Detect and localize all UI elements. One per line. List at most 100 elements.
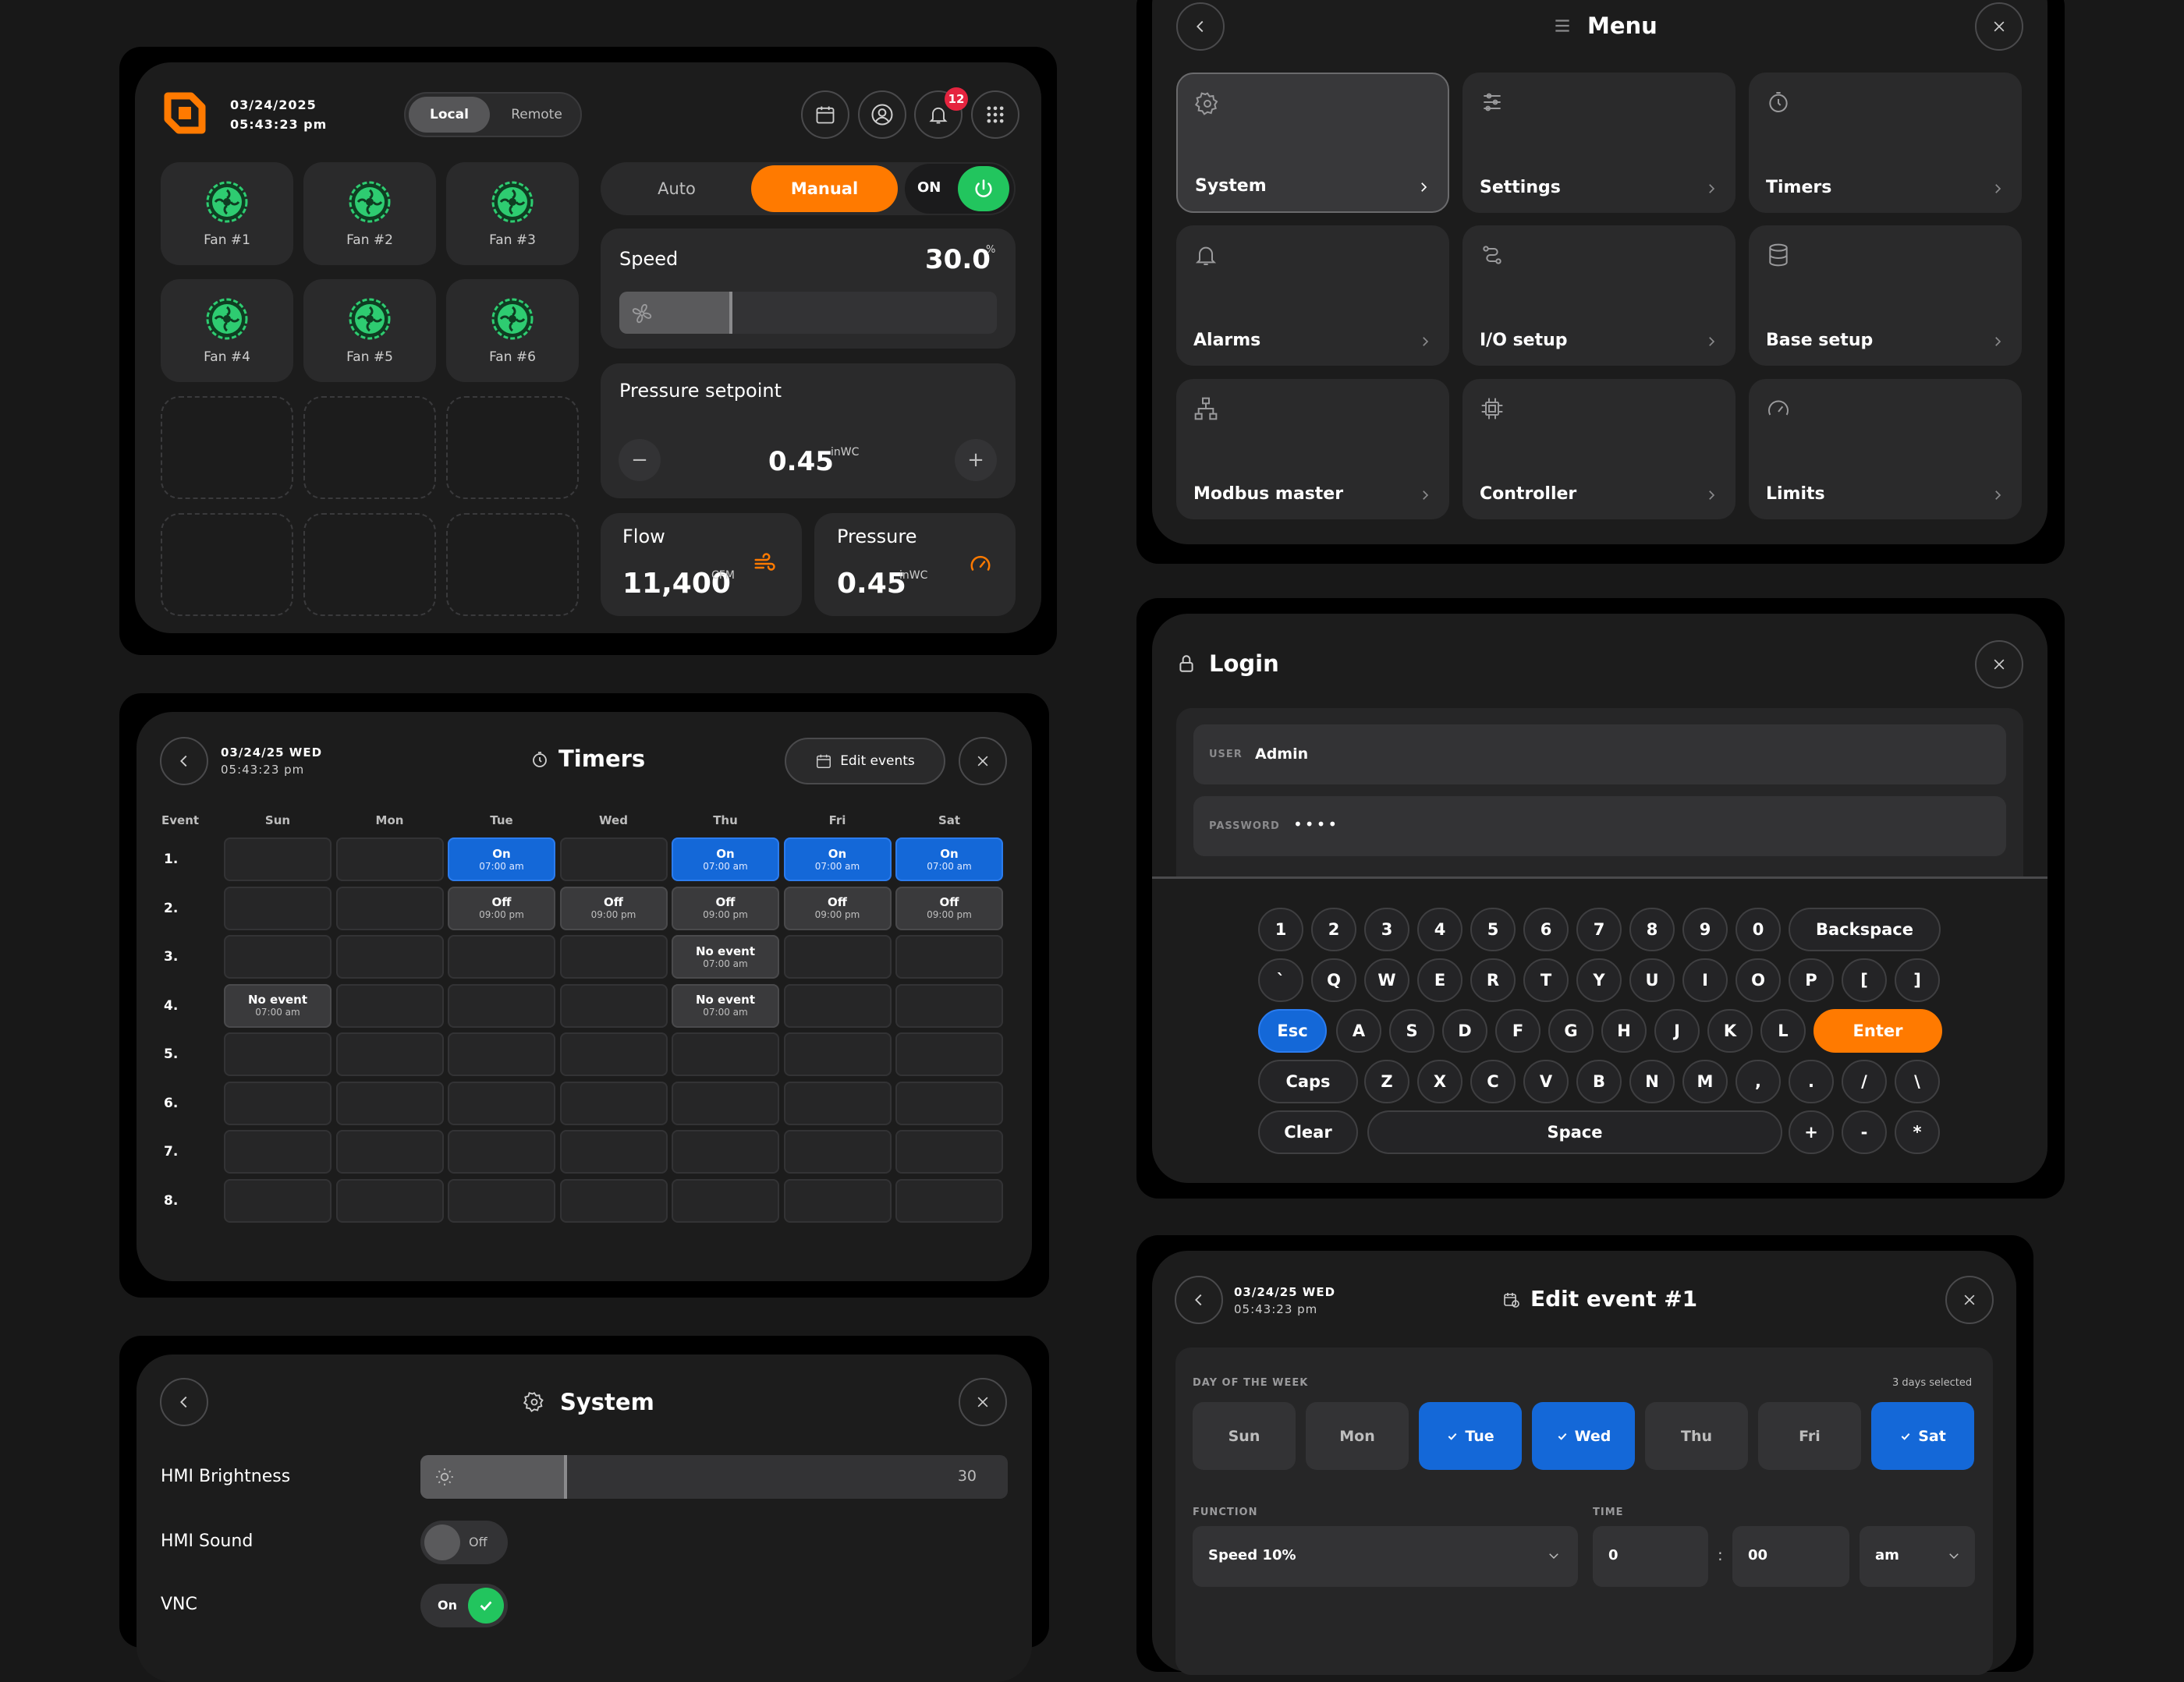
timer-cell[interactable]: [559, 1178, 668, 1223]
day-toggle[interactable]: Wed: [1532, 1402, 1635, 1470]
timer-cell[interactable]: [224, 1130, 332, 1174]
key[interactable]: M: [1682, 1060, 1728, 1103]
key[interactable]: [: [1842, 958, 1887, 1002]
key[interactable]: B: [1576, 1060, 1622, 1103]
edit-events-button[interactable]: Edit events: [785, 738, 945, 784]
minute-input[interactable]: 00: [1732, 1526, 1849, 1587]
timer-cell[interactable]: [335, 983, 444, 1028]
timer-cell[interactable]: [224, 1032, 332, 1076]
timer-cell[interactable]: No event 07:00 am: [672, 935, 779, 979]
key-caps[interactable]: Caps: [1258, 1060, 1358, 1103]
key[interactable]: 1: [1258, 908, 1303, 951]
ampm-select[interactable]: am: [1860, 1526, 1975, 1587]
brightness-slider[interactable]: 30: [420, 1455, 1008, 1499]
menu-close-button[interactable]: [1975, 2, 2023, 51]
key[interactable]: 7: [1576, 908, 1622, 951]
menu-item[interactable]: Base setup: [1749, 225, 2022, 366]
menu-back-button[interactable]: [1176, 2, 1225, 51]
menu-item[interactable]: Modbus master: [1176, 379, 1449, 519]
auto-button[interactable]: Auto: [616, 166, 737, 211]
timer-cell[interactable]: [335, 837, 444, 881]
edit-event-back-button[interactable]: [1175, 1276, 1223, 1324]
edit-event-close-button[interactable]: [1945, 1276, 1994, 1324]
timer-cell[interactable]: [559, 837, 668, 881]
timer-cell[interactable]: [672, 1081, 779, 1125]
timers-back-button[interactable]: [160, 737, 208, 785]
menu-item[interactable]: System: [1176, 73, 1449, 213]
timer-cell[interactable]: [224, 935, 332, 979]
timer-cell[interactable]: [895, 1130, 1003, 1174]
key[interactable]: G: [1548, 1009, 1594, 1053]
timer-cell[interactable]: [783, 983, 892, 1028]
timer-cell[interactable]: On 07:00 am: [672, 837, 779, 881]
increment-button[interactable]: +: [955, 439, 997, 481]
key[interactable]: A: [1336, 1009, 1381, 1053]
key[interactable]: E: [1417, 958, 1462, 1002]
key[interactable]: K: [1707, 1009, 1753, 1053]
key[interactable]: Z: [1364, 1060, 1409, 1103]
timer-cell[interactable]: [895, 983, 1003, 1028]
key[interactable]: 6: [1523, 908, 1569, 951]
mode-local-button[interactable]: Local: [409, 97, 490, 133]
key[interactable]: U: [1629, 958, 1675, 1002]
timer-cell[interactable]: [448, 1130, 555, 1174]
timer-cell[interactable]: Off 09:00 pm: [672, 886, 779, 930]
key[interactable]: 4: [1417, 908, 1462, 951]
password-field[interactable]: PASSWORD ••••: [1193, 796, 2006, 856]
timer-cell[interactable]: [783, 1032, 892, 1076]
key[interactable]: H: [1601, 1009, 1647, 1053]
fan-tile[interactable]: Fan #2: [303, 162, 436, 265]
timer-cell[interactable]: [335, 1081, 444, 1125]
timer-cell[interactable]: [559, 935, 668, 979]
day-toggle[interactable]: Mon: [1306, 1402, 1409, 1470]
timer-cell[interactable]: [559, 1081, 668, 1125]
key[interactable]: 9: [1682, 908, 1728, 951]
timer-cell[interactable]: [448, 983, 555, 1028]
key[interactable]: J: [1654, 1009, 1700, 1053]
fan-tile[interactable]: Fan #4: [161, 279, 293, 382]
key[interactable]: 0: [1736, 908, 1781, 951]
decrement-button[interactable]: −: [619, 439, 661, 481]
key[interactable]: P: [1789, 958, 1834, 1002]
timer-cell[interactable]: [672, 1178, 779, 1223]
key[interactable]: I: [1682, 958, 1728, 1002]
key[interactable]: 5: [1470, 908, 1516, 951]
timer-cell[interactable]: [335, 1032, 444, 1076]
sound-toggle[interactable]: Off: [420, 1521, 508, 1564]
timer-cell[interactable]: [895, 1032, 1003, 1076]
apps-button[interactable]: [971, 90, 1019, 139]
key-backspace[interactable]: Backspace: [1789, 908, 1941, 951]
timers-close-button[interactable]: [959, 737, 1007, 785]
timer-cell[interactable]: [895, 1081, 1003, 1125]
key[interactable]: +: [1789, 1110, 1834, 1154]
timer-cell[interactable]: No event 07:00 am: [224, 983, 332, 1028]
menu-item[interactable]: Alarms: [1176, 225, 1449, 366]
timer-cell[interactable]: Off 09:00 pm: [559, 886, 668, 930]
username-field[interactable]: USER Admin: [1193, 724, 2006, 784]
timer-cell[interactable]: On 07:00 am: [783, 837, 892, 881]
key[interactable]: Y: [1576, 958, 1622, 1002]
timer-cell[interactable]: On 07:00 am: [895, 837, 1003, 881]
key-space[interactable]: Space: [1367, 1110, 1782, 1154]
timer-cell[interactable]: [559, 983, 668, 1028]
brightness-slider-handle[interactable]: [564, 1455, 568, 1499]
key[interactable]: C: [1470, 1060, 1516, 1103]
key[interactable]: Q: [1311, 958, 1356, 1002]
timer-cell[interactable]: [335, 935, 444, 979]
timer-cell[interactable]: On 07:00 am: [448, 837, 555, 881]
key[interactable]: /: [1842, 1060, 1887, 1103]
speed-slider-handle[interactable]: [729, 292, 733, 334]
timer-cell[interactable]: Off 09:00 pm: [895, 886, 1003, 930]
key-clear[interactable]: Clear: [1258, 1110, 1358, 1154]
key[interactable]: N: [1629, 1060, 1675, 1103]
key[interactable]: D: [1442, 1009, 1487, 1053]
key[interactable]: T: [1523, 958, 1569, 1002]
key[interactable]: ]: [1895, 958, 1940, 1002]
key[interactable]: X: [1417, 1060, 1462, 1103]
key-esc[interactable]: Esc: [1258, 1009, 1327, 1053]
system-close-button[interactable]: [959, 1378, 1007, 1426]
menu-item[interactable]: Settings: [1462, 73, 1736, 213]
key[interactable]: `: [1258, 958, 1303, 1002]
menu-item[interactable]: I/O setup: [1462, 225, 1736, 366]
speed-slider[interactable]: [619, 292, 997, 334]
